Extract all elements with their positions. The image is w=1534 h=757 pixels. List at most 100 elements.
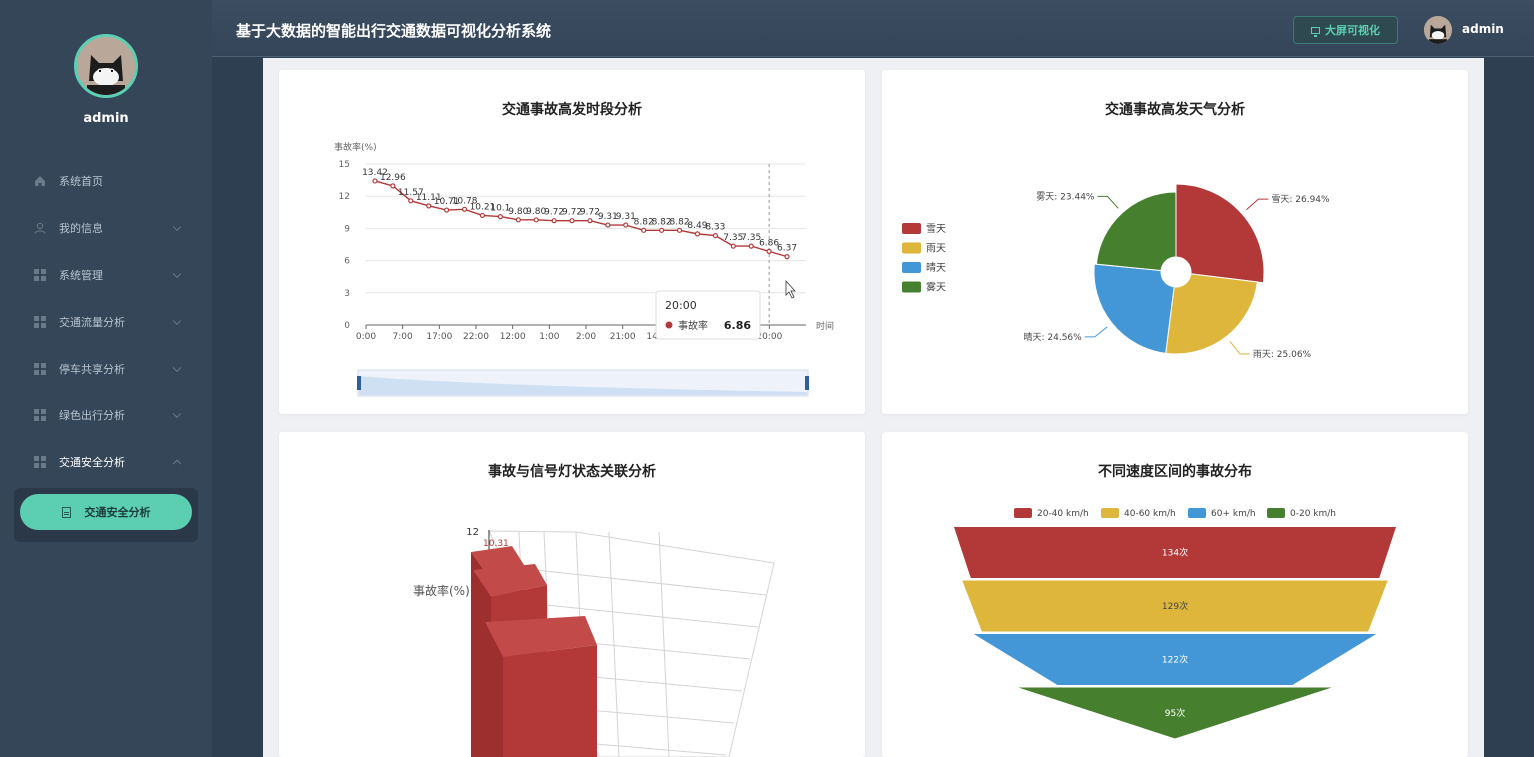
pie-slice — [1093, 263, 1175, 354]
page-title: 基于大数据的智能出行交通数据可视化分析系统 — [236, 22, 552, 40]
chevron-down-icon — [172, 222, 182, 232]
sidebar-item-label: 绿色出行分析 — [59, 409, 125, 423]
header-username[interactable]: admin — [1462, 22, 1504, 36]
tooltip-value: 6.86 — [724, 319, 751, 332]
y-tick-label: 15 — [339, 160, 350, 170]
data-point — [694, 231, 701, 237]
datazoom-handle-left — [357, 376, 361, 390]
label-leader-line — [1246, 198, 1269, 211]
x-tick-label: 2:00 — [576, 332, 596, 342]
funnel-chart[interactable]: 134次 129次 122次 95次 20-40 km/h 40-60 km/h 60+ k… — [882, 432, 1468, 757]
sidebar-item-green-travel[interactable]: 绿色出行分析 — [0, 392, 212, 439]
tooltip-series: 事故率 — [678, 319, 708, 332]
cat-avatar-icon — [77, 37, 135, 95]
pie-slice — [1175, 183, 1265, 284]
funnel-value-label: 129次 — [1162, 600, 1188, 612]
top-header: 基于大数据的智能出行交通数据可视化分析系统 大屏可视化 admin — [212, 0, 1534, 57]
legend-swatch — [902, 223, 921, 234]
data-point — [551, 218, 557, 224]
data-point — [748, 243, 754, 249]
x-tick-label: 21:00 — [610, 332, 636, 342]
sidebar-item-traffic-safety[interactable]: 交通安全分析 — [0, 439, 212, 486]
chevron-down-icon — [172, 269, 182, 279]
legend-swatch — [1101, 508, 1119, 518]
sidebar-item-traffic-flow[interactable]: 交通流量分析 — [0, 298, 212, 345]
grid-line — [658, 531, 670, 757]
y-tick-label: 12 — [339, 192, 350, 202]
z-tick-label: 12 — [466, 527, 479, 538]
big-screen-button[interactable]: 大屏可视化 — [1293, 16, 1398, 44]
pie-slice — [1165, 273, 1258, 355]
sidebar-item-label: 停车共享分析 — [59, 362, 125, 376]
y-tick-label: 0 — [344, 321, 350, 331]
y-axis-label: 事故率(%) — [334, 141, 377, 153]
legend-swatch — [902, 281, 921, 293]
label-leader-line — [1097, 195, 1119, 209]
data-point — [605, 222, 611, 228]
x-tick-label: 12:00 — [500, 332, 526, 342]
sidebar-item-label: 交通流量分析 — [59, 315, 125, 329]
label-leader-line — [1084, 326, 1108, 338]
document-icon — [61, 506, 71, 518]
sidebar-item-label: 我的信息 — [59, 222, 103, 236]
legend-swatch — [1014, 508, 1032, 518]
chevron-up-icon — [172, 459, 182, 469]
data-point — [641, 227, 647, 233]
sidebar-item-parking-share[interactable]: 停车共享分析 — [0, 345, 212, 392]
pie-slice-label: 雪天: 26.94% — [1271, 194, 1330, 205]
data-point — [784, 254, 790, 260]
data-point — [569, 218, 575, 224]
data-point — [659, 227, 665, 233]
x-tick-label: 7:00 — [393, 332, 413, 342]
big-screen-label: 大屏可视化 — [1325, 24, 1380, 37]
grid-icon — [34, 362, 46, 375]
data-point — [676, 227, 683, 233]
sidebar-item-my-info[interactable]: 我的信息 — [0, 205, 212, 252]
legend-label: 雾天 — [926, 282, 946, 294]
side-menu: 系统首页 我的信息 系统管理 交通流量分析 停车共享分析 绿色出行分析 交通安全… — [0, 158, 212, 486]
tooltip-marker — [665, 321, 673, 329]
data-point — [426, 203, 432, 209]
sidebar-item-home[interactable]: 系统首页 — [0, 158, 212, 205]
x-tick-label: 17:00 — [426, 332, 452, 342]
monitor-icon — [1311, 26, 1320, 37]
card-signal-correlation: 事故与信号灯状态关联分析 1210.31事故率(%)X — [279, 432, 865, 757]
data-point — [712, 232, 718, 239]
legend-label: 60+ km/h — [1211, 509, 1256, 519]
legend-swatch — [902, 242, 921, 254]
legend-label: 20-40 km/h — [1037, 509, 1089, 519]
legend-swatch — [1188, 508, 1206, 518]
sidebar-subitem-traffic-safety[interactable]: 交通安全分析 — [20, 494, 192, 530]
sidebar-username: admin — [83, 111, 129, 126]
funnel-value-label: 95次 — [1165, 707, 1185, 719]
legend-label: 0-20 km/h — [1290, 509, 1336, 519]
grid-icon — [34, 456, 46, 469]
tooltip: 20:00 事故率 6.86 — [655, 290, 761, 340]
card-accident-time: 交通事故高发时段分析 事故率(%) 0 3 6 9 12 15 0:00 7:00 17:00 22… — [279, 70, 865, 414]
header-avatar[interactable] — [1424, 16, 1452, 44]
y-tick-label: 3 — [344, 289, 350, 299]
pie-chart[interactable]: 雪天: 26.94% 雨天: 25.06% 晴天: 24.56% 雾天: 23.44%… — [882, 70, 1468, 414]
sidebar-item-label: 交通安全分析 — [59, 456, 125, 470]
x-tick-label: 1:00 — [539, 332, 559, 342]
bar3d-chart[interactable]: 1210.31事故率(%)X — [279, 432, 865, 757]
legend-label: 晴天 — [926, 261, 946, 274]
legend-label: 雨天 — [926, 244, 946, 255]
data-point — [587, 218, 593, 224]
chevron-down-icon — [172, 409, 182, 419]
data-point — [623, 222, 629, 228]
pie-slice-label: 晴天: 24.56% — [1023, 331, 1082, 343]
data-point — [372, 178, 378, 184]
avatar[interactable] — [74, 34, 138, 98]
grid-icon — [34, 268, 46, 281]
sidebar-item-system-management[interactable]: 系统管理 — [0, 252, 212, 299]
page-scrollbar[interactable] — [1521, 58, 1534, 757]
datazoom-handle-right — [805, 376, 809, 390]
line-chart[interactable]: 事故率(%) 0 3 6 9 12 15 0:00 7:00 17:00 22:00 12:00 1:0… — [279, 70, 865, 414]
sidebar-item-label: 系统首页 — [59, 175, 103, 189]
mouse-cursor-icon — [785, 279, 796, 299]
pie-slice-label: 雾天: 23.44% — [1036, 191, 1095, 202]
label-leader-line — [1229, 341, 1250, 355]
funnel-value-label: 134次 — [1162, 547, 1188, 559]
pie-slice — [1095, 191, 1177, 272]
